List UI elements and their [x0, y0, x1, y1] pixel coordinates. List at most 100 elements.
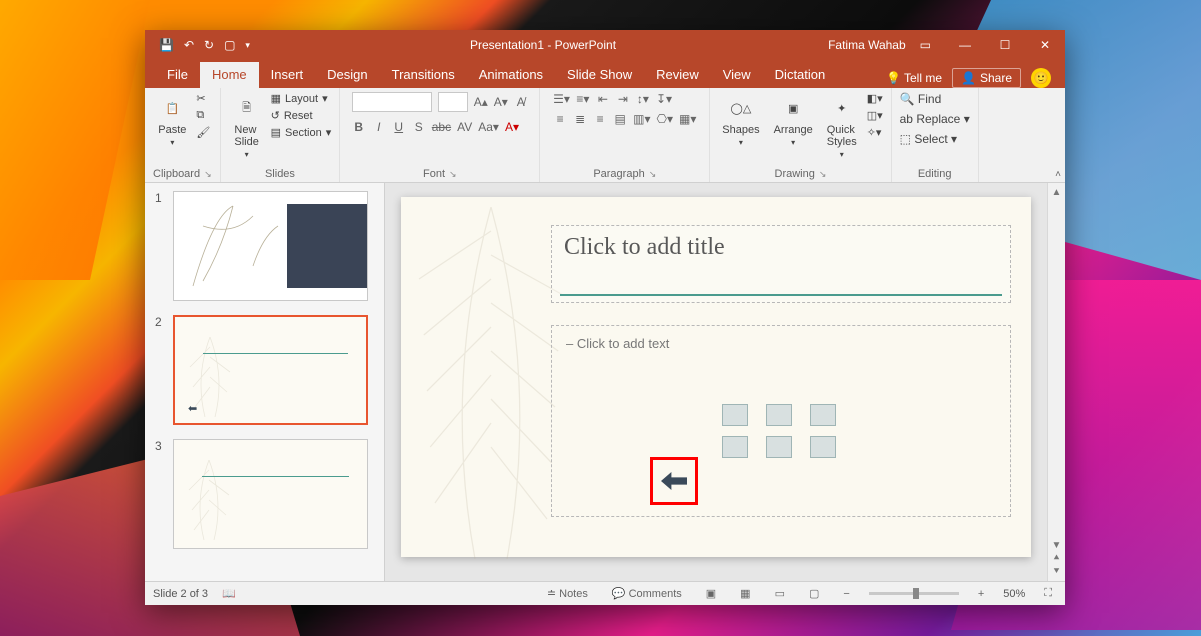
text-direction-button[interactable]: ↧▾: [656, 92, 672, 106]
undo-icon[interactable]: ↶: [184, 38, 194, 52]
tab-file[interactable]: File: [155, 62, 200, 88]
share-button[interactable]: 👤 Share: [952, 68, 1021, 88]
arrange-button[interactable]: ▣Arrange▾: [770, 92, 817, 149]
scroll-down-icon[interactable]: ▼: [1052, 540, 1062, 551]
copy-button[interactable]: ⧉: [196, 109, 210, 122]
zoom-level[interactable]: 50%: [1003, 588, 1025, 600]
slide-thumbnail-3[interactable]: [173, 439, 368, 549]
tab-home[interactable]: Home: [200, 62, 259, 88]
change-case-button[interactable]: Aa▾: [478, 120, 499, 134]
zoom-in-button[interactable]: +: [973, 588, 989, 600]
next-slide-icon[interactable]: ⯆: [1053, 566, 1061, 577]
italic-button[interactable]: I: [372, 120, 386, 134]
increase-font-icon[interactable]: A▴: [474, 95, 488, 109]
columns-button[interactable]: ▥▾: [633, 112, 650, 126]
notes-button[interactable]: ≐ Notes: [542, 587, 593, 600]
tab-view[interactable]: View: [711, 62, 763, 88]
zoom-out-button[interactable]: −: [838, 588, 854, 600]
tab-slideshow[interactable]: Slide Show: [555, 62, 644, 88]
slideshow-view-icon[interactable]: ▢: [804, 587, 824, 600]
format-painter-button[interactable]: 🖌: [196, 126, 210, 139]
maximize-button[interactable]: ☐: [985, 30, 1025, 60]
underline-button[interactable]: U: [392, 120, 406, 134]
find-button[interactable]: 🔍 Find: [900, 92, 970, 106]
paste-button[interactable]: 📋 Paste ▾: [154, 92, 190, 149]
save-icon[interactable]: 💾: [159, 38, 174, 52]
tab-dictation[interactable]: Dictation: [763, 62, 838, 88]
qat-customize-icon[interactable]: ▾: [245, 40, 250, 51]
insert-video-icon[interactable]: [810, 436, 836, 458]
normal-view-icon[interactable]: ▣: [701, 587, 721, 600]
smartart-button[interactable]: ▦▾: [679, 112, 696, 126]
font-dialog-launcher-icon[interactable]: ↘: [449, 169, 457, 179]
redo-icon[interactable]: ↻: [204, 38, 214, 52]
tab-transitions[interactable]: Transitions: [380, 62, 467, 88]
spellcheck-icon[interactable]: 📖: [222, 587, 236, 600]
cut-button[interactable]: ✂: [196, 92, 210, 105]
zoom-slider[interactable]: [869, 592, 959, 595]
new-slide-button[interactable]: 🗎 New Slide ▾: [229, 92, 265, 161]
bullets-button[interactable]: ☰▾: [553, 92, 570, 106]
shapes-button[interactable]: ◯△Shapes▾: [718, 92, 763, 149]
left-arrow-shape[interactable]: [661, 472, 687, 490]
insert-online-pictures-icon[interactable]: [766, 436, 792, 458]
scroll-up-icon[interactable]: ▲: [1052, 187, 1062, 198]
close-button[interactable]: ✕: [1025, 30, 1065, 60]
slide-thumbnail-1[interactable]: [173, 191, 368, 301]
font-size-combo[interactable]: [438, 92, 468, 112]
slide-thumbnail-2[interactable]: ⬅: [173, 315, 368, 425]
slide-sorter-view-icon[interactable]: ▦: [735, 587, 755, 600]
align-left-button[interactable]: ≡: [553, 112, 567, 126]
justify-button[interactable]: ▤: [613, 112, 627, 126]
reading-view-icon[interactable]: ▭: [770, 587, 790, 600]
tab-insert[interactable]: Insert: [259, 62, 316, 88]
title-placeholder[interactable]: Click to add title: [551, 225, 1011, 303]
display-options-icon[interactable]: ▭: [920, 38, 931, 52]
user-name[interactable]: Fatima Wahab: [828, 38, 906, 52]
shape-fill-button[interactable]: ◧▾: [867, 92, 883, 105]
reset-button[interactable]: ↺Reset: [271, 109, 332, 122]
tab-animations[interactable]: Animations: [467, 62, 555, 88]
layout-button[interactable]: ▦Layout ▾: [271, 92, 332, 105]
feedback-smiley-icon[interactable]: 🙂: [1031, 68, 1051, 88]
quick-styles-button[interactable]: ✦Quick Styles▾: [823, 92, 861, 161]
bold-button[interactable]: B: [352, 120, 366, 134]
replace-button[interactable]: ab Replace ▾: [900, 112, 970, 126]
slide-thumbnails-pane[interactable]: 1 2 ⬅ 3: [145, 183, 385, 581]
drawing-dialog-launcher-icon[interactable]: ↘: [819, 169, 827, 179]
numbering-button[interactable]: ≡▾: [576, 92, 590, 106]
insert-chart-icon[interactable]: [766, 404, 792, 426]
section-button[interactable]: ▤Section ▾: [271, 126, 332, 139]
tell-me[interactable]: 💡 Tell me: [886, 71, 942, 85]
shape-outline-button[interactable]: ◫▾: [867, 109, 883, 122]
insert-smartart-icon[interactable]: [810, 404, 836, 426]
shadow-button[interactable]: S: [412, 120, 426, 134]
decrease-font-icon[interactable]: A▾: [494, 95, 508, 109]
char-spacing-button[interactable]: AV: [457, 120, 472, 134]
minimize-button[interactable]: —: [945, 30, 985, 60]
slide-indicator[interactable]: Slide 2 of 3: [153, 588, 208, 600]
insert-table-icon[interactable]: [722, 404, 748, 426]
collapse-ribbon-icon[interactable]: ˄: [1055, 169, 1061, 180]
select-button[interactable]: ⬚ Select ▾: [900, 132, 970, 146]
strikethrough-button[interactable]: abc: [432, 120, 451, 134]
align-text-button[interactable]: ⎔▾: [657, 112, 674, 126]
insert-pictures-icon[interactable]: [722, 436, 748, 458]
font-color-button[interactable]: A▾: [505, 120, 519, 134]
line-spacing-button[interactable]: ↕▾: [636, 92, 650, 106]
start-from-beginning-icon[interactable]: ▢: [224, 38, 235, 52]
clear-formatting-icon[interactable]: A̸: [514, 95, 528, 109]
fit-to-window-icon[interactable]: ⛶: [1039, 587, 1057, 600]
slide-canvas[interactable]: Click to add title – Click to add text: [401, 197, 1031, 557]
font-name-combo[interactable]: [352, 92, 432, 112]
align-right-button[interactable]: ≡: [593, 112, 607, 126]
tab-review[interactable]: Review: [644, 62, 711, 88]
clipboard-dialog-launcher-icon[interactable]: ↘: [204, 169, 212, 179]
vertical-scrollbar[interactable]: ▲ ▼ ⯅ ⯆: [1047, 183, 1065, 581]
paragraph-dialog-launcher-icon[interactable]: ↘: [649, 169, 657, 179]
shape-effects-button[interactable]: ✧▾: [867, 126, 883, 139]
decrease-indent-button[interactable]: ⇤: [596, 92, 610, 106]
align-center-button[interactable]: ≣: [573, 112, 587, 126]
content-placeholder[interactable]: – Click to add text: [551, 325, 1011, 517]
increase-indent-button[interactable]: ⇥: [616, 92, 630, 106]
